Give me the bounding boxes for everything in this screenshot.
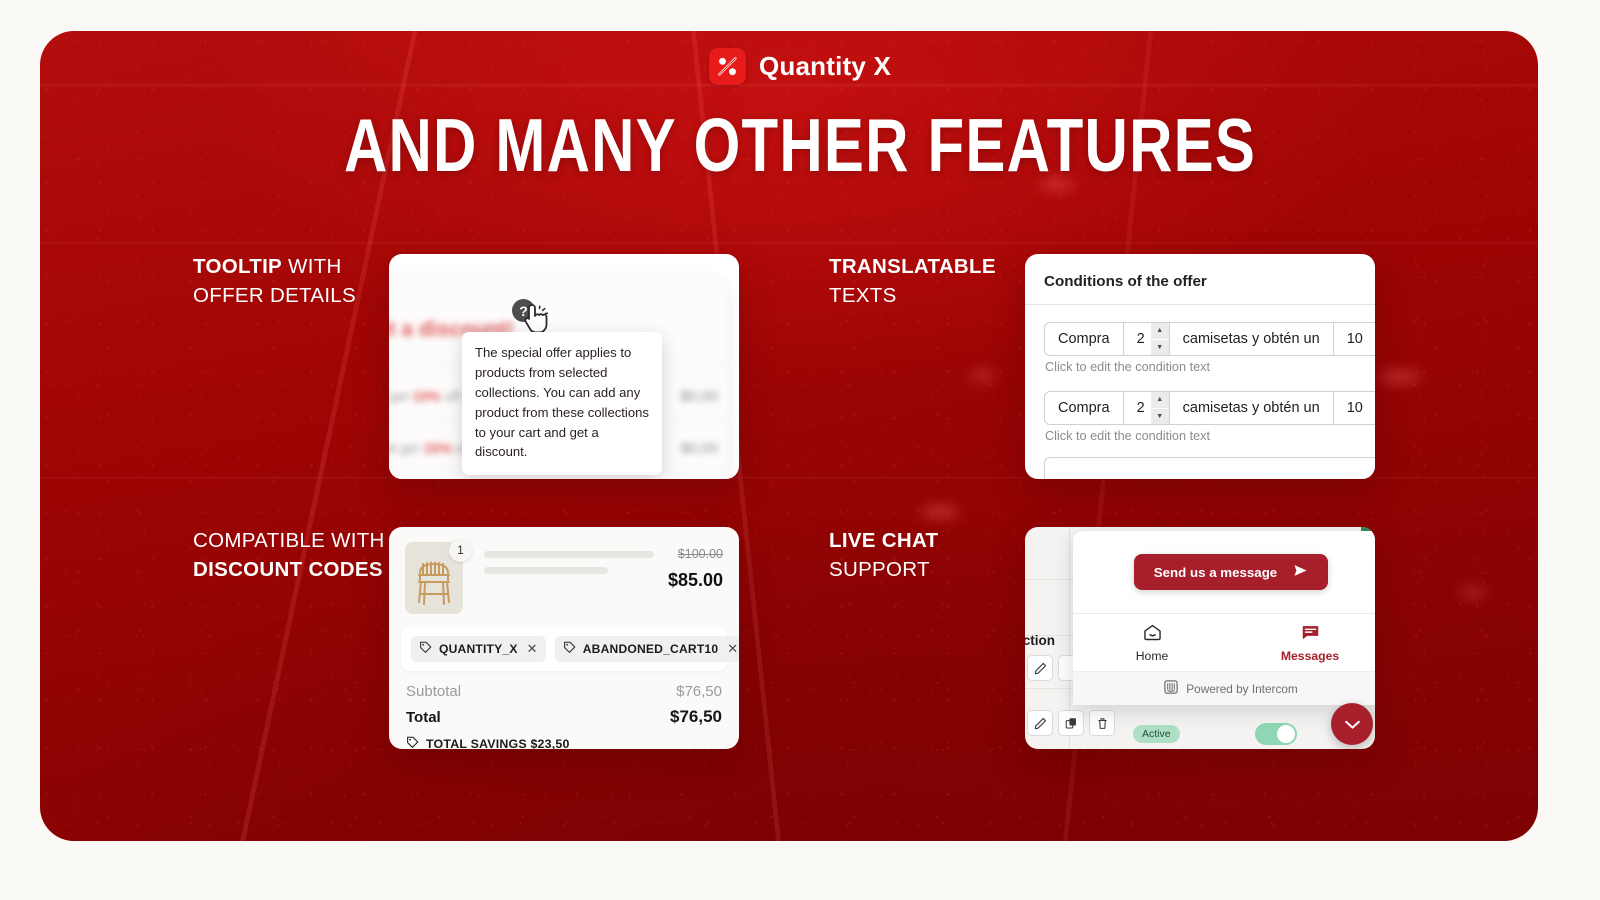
blurred-offer-price: $0,00 [680, 388, 718, 405]
table-column-header-action: Action [1025, 633, 1055, 648]
brand-lockup: Quantity X [0, 48, 1600, 85]
feature-label-tooltip: TOOLTIP WITH OFFER DETAILS [193, 252, 408, 310]
condition-verb[interactable]: Compra [1045, 323, 1124, 355]
tooltip-bubble: The special offer applies to products fr… [462, 332, 662, 476]
feature-label-live-chat-regular: SUPPORT [829, 558, 930, 582]
condition-hint: Click to edit the condition text [1045, 360, 1211, 374]
product-title-placeholder [463, 542, 668, 574]
feature-label-discount-codes: COMPATIBLE WITH DISCOUNT CODES [193, 526, 408, 584]
feature-label-translatable: TRANSLATABLE TEXTS [829, 252, 1044, 310]
messenger-tabbar: Home Messages [1073, 613, 1375, 671]
tag-icon [563, 641, 576, 657]
feature-label-discount-codes-regular: COMPATIBLE WITH [193, 529, 385, 552]
discount-code-label: ABANDONED_CART10 [582, 642, 719, 656]
tag-icon [419, 641, 432, 657]
light-blob [1380, 371, 1420, 383]
status-toggle[interactable] [1255, 723, 1297, 745]
messenger-footer: Powered by Intercom [1073, 671, 1375, 705]
edit-pencil-icon[interactable] [1027, 710, 1053, 736]
light-blob [920, 506, 960, 518]
subtotal-label: Subtotal [406, 683, 462, 700]
send-arrow-icon [1293, 564, 1308, 580]
feature-label-live-chat: LIVE CHAT SUPPORT [829, 526, 1044, 584]
close-icon[interactable]: ✕ [727, 641, 738, 657]
status-badge: Active [1133, 725, 1180, 743]
skeleton-line [484, 567, 609, 574]
trash-icon[interactable] [1089, 710, 1115, 736]
conditions-title: Conditions of the offer [1044, 273, 1207, 290]
discount-codes-container: QUANTITY_X ✕ ABANDONED_CART10 ✕ [401, 627, 739, 671]
total-savings-label: TOTAL SAVINGS $23,50 [426, 737, 570, 749]
condition-row[interactable]: Compra 2 ▲ ▼ camisetas y obtén un 10 [1044, 391, 1375, 425]
intercom-messenger: Send us a message Home Messages Powered … [1073, 531, 1375, 705]
condition-row[interactable] [1044, 457, 1375, 479]
tab-home[interactable]: Home [1073, 624, 1231, 663]
subtotal-row: Subtotal $76,50 [406, 683, 722, 700]
quantity-stepper[interactable]: ▲ ▼ [1150, 392, 1170, 424]
condition-middle-text[interactable]: camisetas y obtén un [1170, 323, 1334, 355]
discount-code-label: QUANTITY_X [439, 642, 518, 656]
total-savings-row: TOTAL SAVINGS $23,50 [406, 736, 722, 749]
condition-verb[interactable]: Compra [1045, 392, 1124, 424]
discount-code-chip[interactable]: QUANTITY_X ✕ [411, 636, 546, 662]
feature-label-live-chat-bold: LIVE CHAT [829, 529, 939, 552]
total-value: $76,50 [670, 707, 722, 726]
total-label: Total [406, 709, 441, 726]
stepper-up-icon[interactable]: ▲ [1150, 392, 1169, 409]
tag-icon [406, 736, 419, 749]
condition-quantity-input[interactable]: 2 [1124, 323, 1151, 355]
feature-label-translatable-regular: TEXTS [829, 284, 897, 308]
page-title: AND MANY OTHER FEATURES [343, 103, 1257, 187]
skeleton-line [484, 551, 654, 558]
send-button-label: Send us a message [1153, 564, 1278, 580]
price-original: $100.00 [677, 547, 723, 561]
messages-icon [1301, 626, 1320, 644]
feature-label-tooltip-bold: TOOLTIP [193, 255, 283, 278]
cart-line-item: 1 $100.00 $85.00 [389, 527, 739, 624]
percent-scissors-icon [708, 48, 746, 85]
quantity-badge: 1 [449, 539, 472, 562]
tab-messages-label: Messages [1280, 649, 1340, 663]
condition-trailing-value[interactable]: 10 [1334, 323, 1375, 355]
condition-block: Compra 2 ▲ ▼ camisetas y obtén un 10 Cli… [1025, 305, 1375, 374]
condition-block-partial [1025, 443, 1375, 479]
home-icon [1143, 624, 1162, 644]
stepper-down-icon[interactable]: ▼ [1150, 408, 1169, 424]
light-blob [970, 371, 996, 380]
quantity-stepper[interactable]: ▲ ▼ [1150, 323, 1170, 355]
condition-trailing-value[interactable]: 10 [1334, 392, 1375, 424]
send-us-a-message-button[interactable]: Send us a message [1133, 554, 1329, 590]
subtotal-value: $76,50 [676, 683, 722, 700]
duplicate-icon[interactable] [1058, 710, 1084, 736]
tab-home-label: Home [1135, 649, 1169, 663]
tab-messages[interactable]: Messages [1231, 624, 1375, 663]
intercom-icon [1164, 680, 1179, 697]
chevron-down-icon[interactable] [1331, 703, 1373, 745]
condition-middle-text[interactable]: camisetas y obtén un [1170, 392, 1334, 424]
line-item-pricing: $100.00 $85.00 [668, 542, 723, 591]
brand-name: Quantity X [758, 51, 891, 81]
messenger-cta-area: Send us a message [1073, 531, 1375, 613]
screenshot-discount-codes: 1 $100.00 $85.00 QUANTITY_X ✕ ABANDONED_… [389, 527, 739, 749]
condition-block: Compra 2 ▲ ▼ camisetas y obtén un 10 Cli… [1025, 374, 1375, 443]
blurred-offer-price: $0,00 [680, 440, 718, 457]
feature-label-discount-codes-bold: DISCOUNT CODES [193, 558, 383, 582]
discount-code-chip[interactable]: ABANDONED_CART10 ✕ [554, 636, 739, 662]
stepper-up-icon[interactable]: ▲ [1150, 323, 1169, 340]
feature-label-translatable-bold: TRANSLATABLE [829, 255, 996, 278]
screenshot-translatable-texts: Conditions of the offer Compra 2 ▲ ▼ cam… [1025, 254, 1375, 479]
condition-hint: Click to edit the condition text [1045, 429, 1211, 443]
condition-row[interactable]: Compra 2 ▲ ▼ camisetas y obtén un 10 [1044, 322, 1375, 356]
screenshot-tooltip: get a discount! and get 10% off on 2nd $… [389, 254, 739, 479]
close-icon[interactable]: ✕ [527, 641, 538, 657]
price-discounted: $85.00 [667, 570, 723, 590]
total-row: Total $76,50 [406, 707, 722, 727]
light-blob [1460, 589, 1486, 597]
messenger-footer-label: Powered by Intercom [1186, 681, 1298, 696]
condition-quantity-input[interactable]: 2 [1124, 392, 1151, 424]
edit-pencil-icon[interactable] [1027, 655, 1053, 681]
cart-totals: Subtotal $76,50 Total $76,50 TOTAL SAVIN… [389, 671, 739, 749]
stepper-down-icon[interactable]: ▼ [1150, 339, 1169, 355]
screenshot-live-chat: Action Active Send us a message [1025, 527, 1375, 749]
